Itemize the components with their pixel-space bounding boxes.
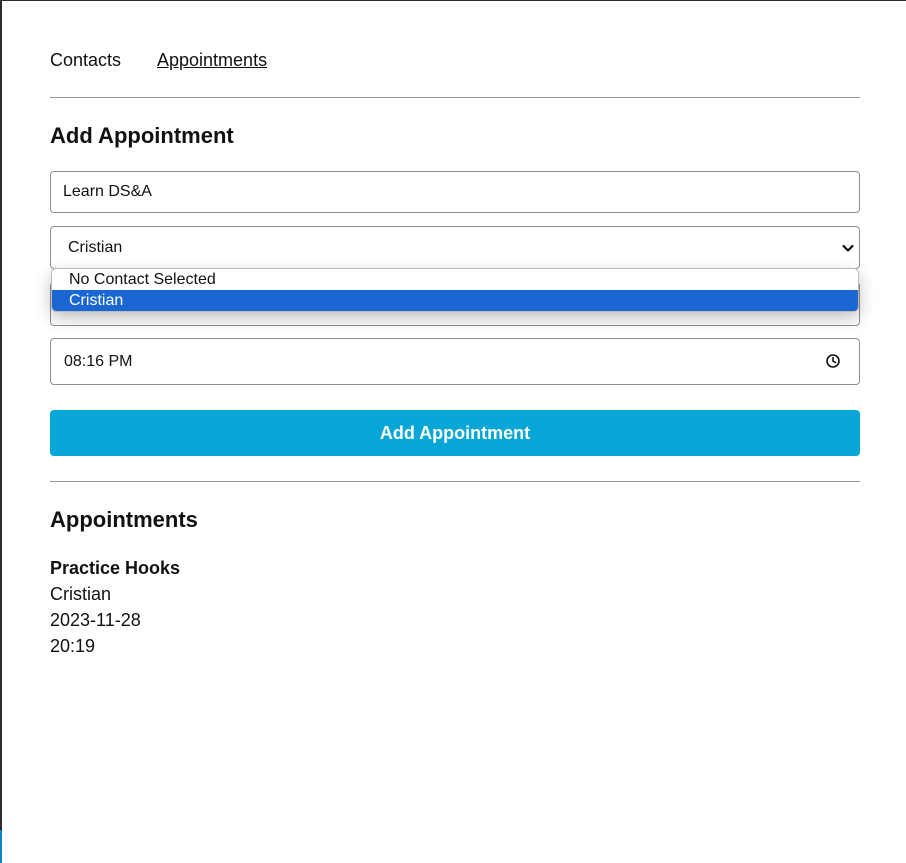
appointment-contact: Cristian [50,584,112,604]
contact-select[interactable]: Cristian [50,226,860,269]
nav-divider [50,97,860,98]
add-appointment-button[interactable]: Add Appointment [50,410,860,456]
appointment-date: 2023-11-28 [50,610,141,630]
contact-option-cristian[interactable]: Cristian [52,290,858,311]
contact-select-dropdown: No Contact Selected Cristian [51,268,859,312]
appointment-title-value: Learn DS&A [63,183,152,200]
chevron-down-icon [841,241,855,255]
nav-link-appointments[interactable]: Appointments [157,50,267,71]
appointment-title-input[interactable]: Learn DS&A [50,171,860,213]
appointment-name: Practice Hooks [50,558,181,578]
appointments-title: Appointments [50,507,198,532]
clock-icon[interactable] [825,353,841,369]
window-left-border [0,0,2,863]
section-divider [50,481,860,482]
time-input[interactable]: 08:16 PM [50,338,860,385]
appointment-time: 20:19 [50,636,96,656]
window-top-border [0,0,906,1]
contact-select-value: Cristian [68,238,123,256]
time-input-value: 08:16 PM [64,352,133,370]
nav-link-contacts[interactable]: Contacts [50,50,121,71]
window-left-accent [0,830,2,863]
appointment-list-item: Practice Hooks Cristian 2023-11-28 20:19 [50,555,180,659]
form-title: Add Appointment [50,123,234,148]
contact-option-none[interactable]: No Contact Selected [52,269,858,290]
